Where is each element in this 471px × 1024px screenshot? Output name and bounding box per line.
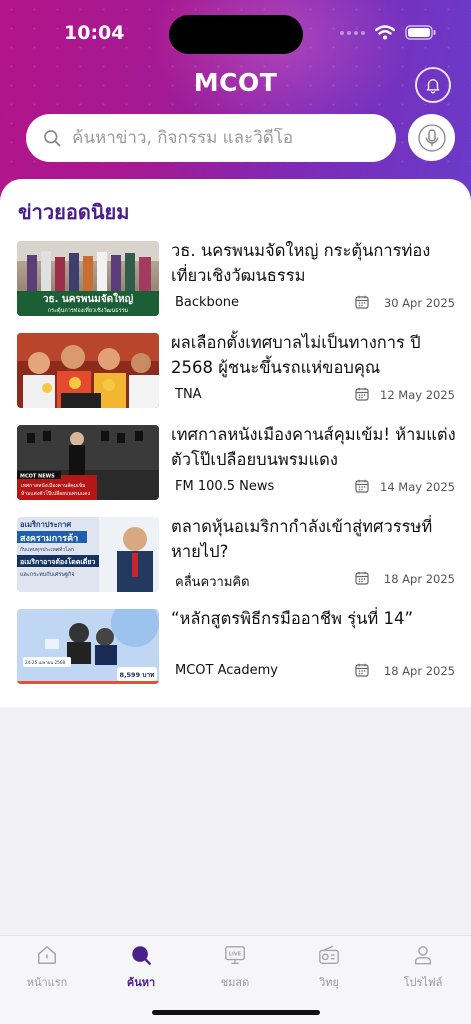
thumb-line: และกระทบกับเศรษฐกิจ — [20, 571, 75, 578]
thumb-line: อเมริกาประกาศ — [20, 520, 71, 529]
news-item-5[interactable]: 24-25 เมษายน 2568 8,599 บาท “หลักสูตรพิธ… — [17, 609, 457, 685]
calendar-icon — [355, 663, 369, 677]
home-icon — [38, 946, 56, 964]
dynamic-island — [169, 15, 303, 54]
news-source: Backbone — [175, 295, 240, 310]
news-date: 18 Apr 2025 — [383, 664, 455, 678]
radio-icon — [319, 945, 339, 964]
news-item-3[interactable]: MCOT NEWS เทศกาลหนังเมืองคานส์คุมเข้ม ห้… — [17, 425, 457, 501]
profile-icon — [414, 946, 432, 965]
news-source: TNA — [175, 387, 202, 402]
news-title: ตลาดหุ้นอเมริกากำลังเข้าสู่ทศวรรษที่หายไ… — [171, 517, 433, 561]
news-item-4[interactable]: อเมริกาประกาศ สงครามการค้า กับแทบทุกประเ… — [17, 517, 457, 593]
news-title: ผลเลือกตั้งเทศบาลไม่เป็นทางการ ปี 2568 ผ… — [171, 333, 421, 377]
news-title: วธ. นครพนมจัดใหญ่ กระตุ้นการท่องเที่ยวเช… — [171, 241, 431, 285]
status-time: 10:04 — [64, 22, 125, 44]
tab-label: วิทยุ — [319, 976, 339, 989]
calendar-icon — [355, 387, 369, 401]
news-thumbnail: วธ. นครพนมจัดใหญ่ กระตุ้นการท่องเที่ยวเช… — [17, 241, 159, 316]
news-date: 30 Apr 2025 — [383, 296, 455, 310]
home-indicator — [152, 1010, 320, 1015]
news-thumbnail: MCOT NEWS เทศกาลหนังเมืองคานส์คุมเข้ม ห้… — [17, 425, 159, 500]
status-icons — [340, 25, 437, 40]
news-thumbnail: อเมริกาประกาศ สงครามการค้า กับแทบทุกประเ… — [17, 517, 159, 592]
news-thumbnail: 24-25 เมษายน 2568 8,599 บาท — [17, 609, 159, 684]
thumb-line: ห้ามแต่งตัวโป๊เปลือยบนพรมแดง — [21, 490, 90, 497]
news-date: 14 May 2025 — [380, 480, 455, 494]
bell-icon — [426, 79, 440, 94]
tab-home[interactable]: หน้าแรก — [7, 944, 87, 991]
tab-label: โปรไฟล์ — [403, 976, 443, 989]
cellular-signal-icon — [340, 30, 365, 35]
thumb-tag: MCOT NEWS — [20, 474, 55, 480]
calendar-icon — [355, 295, 369, 309]
news-item-1[interactable]: วธ. นครพนมจัดใหญ่ กระตุ้นการท่องเที่ยวเช… — [17, 241, 457, 317]
news-date: 12 May 2025 — [380, 388, 455, 402]
news-source: FM 100.5 News — [175, 479, 275, 494]
microphone-icon — [417, 123, 446, 152]
search-bar[interactable] — [26, 114, 396, 162]
tab-label: หน้าแรก — [26, 976, 68, 989]
search-dot-icon — [132, 946, 151, 965]
tab-profile[interactable]: โปรไฟล์ — [383, 944, 463, 991]
news-source: คลื่นความคิด — [175, 575, 250, 590]
notification-button[interactable] — [415, 67, 451, 103]
battery-icon — [405, 25, 436, 40]
calendar-icon — [355, 571, 369, 585]
tab-live[interactable]: LIVE ชมสด — [195, 944, 275, 991]
live-tv-icon: LIVE — [225, 946, 245, 964]
news-source: MCOT Academy — [175, 663, 278, 678]
wifi-icon — [375, 25, 395, 40]
thumb-line: อเมริกาอาจต้องโดดเดี่ยว — [20, 556, 95, 566]
mcot-logo: MCOT — [193, 68, 278, 97]
section-title: ข่าวยอดนิยม — [18, 200, 130, 224]
news-title: “หลักสูตรพิธีกรมืออาชีพ รุ่นที่ 14” — [171, 609, 414, 628]
tab-search[interactable]: ค้นหา — [101, 944, 181, 991]
tab-radio[interactable]: วิทยุ — [289, 944, 369, 991]
tab-label: ค้นหา — [126, 976, 156, 989]
thumb-subheadline: กระตุ้นการท่องเที่ยวเชิงวัฒนธรรม — [48, 306, 129, 314]
news-date: 18 Apr 2025 — [383, 572, 455, 586]
thumb-headline: วธ. นครพนมจัดใหญ่ — [43, 292, 134, 305]
svg-text:LIVE: LIVE — [229, 951, 242, 957]
calendar-icon — [355, 479, 369, 493]
search-icon — [44, 130, 61, 147]
thumb-line: เทศกาลหนังเมืองคานส์คุมเข้ม — [21, 482, 85, 489]
thumb-line: สงครามการค้า — [20, 533, 78, 544]
search-input[interactable] — [72, 128, 362, 148]
news-thumbnail — [17, 333, 159, 408]
tab-label: ชมสด — [220, 976, 250, 989]
news-title: เทศกาลหนังเมืองคานส์คุมเข้ม! ห้ามแต่งตัว… — [171, 425, 456, 469]
voice-search-button[interactable] — [408, 114, 455, 161]
news-item-2[interactable]: ผลเลือกตั้งเทศบาลไม่เป็นทางการ ปี 2568 ผ… — [17, 333, 457, 409]
thumb-course-date: 24-25 เมษายน 2568 — [25, 660, 65, 665]
thumb-course-price: 8,599 บาท — [120, 671, 155, 679]
thumb-line: กับแทบทุกประเทศทั่วโลก — [20, 546, 74, 553]
